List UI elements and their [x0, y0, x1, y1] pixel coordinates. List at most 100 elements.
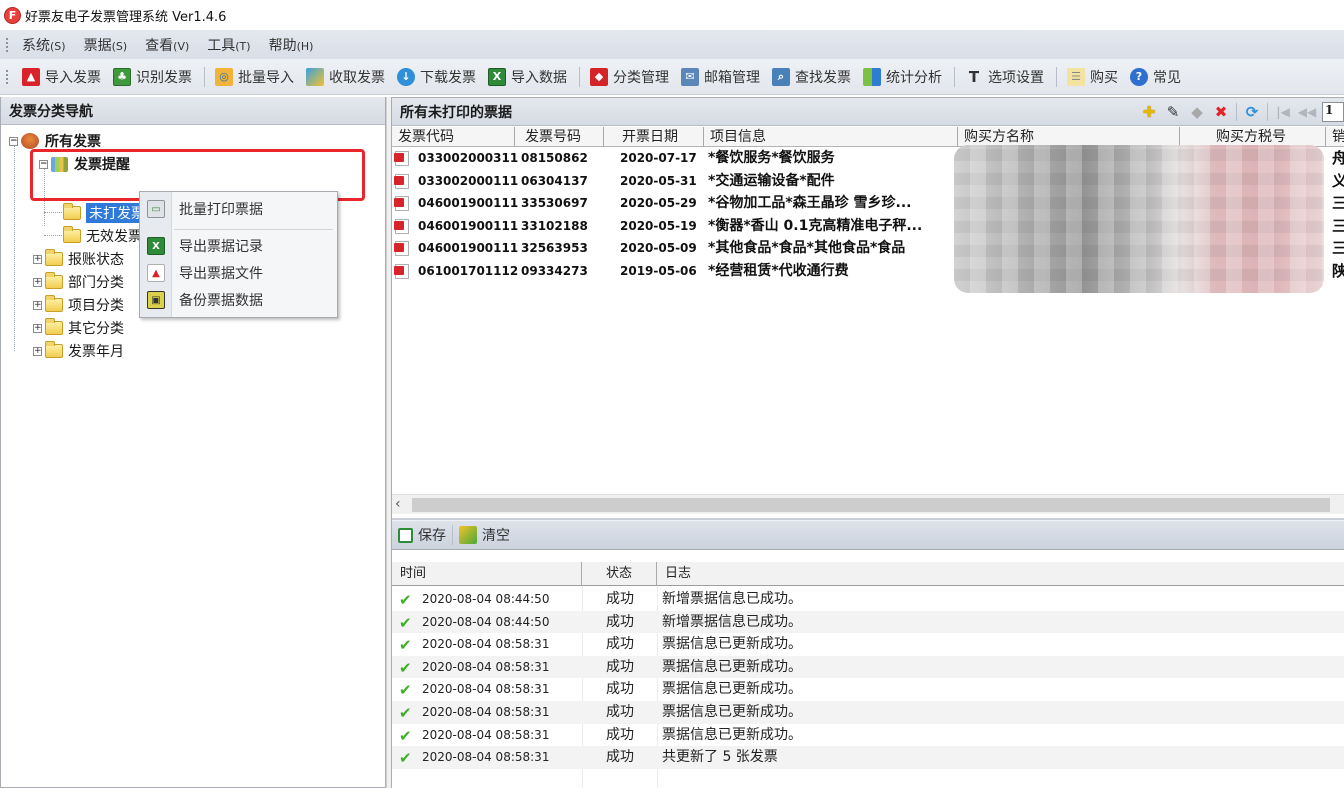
- cell-code: 046001900111: [418, 218, 518, 233]
- col-header-log[interactable]: 日志: [657, 562, 1344, 586]
- grid-toolbar: ✚ ✎ ◆ ✖ ⟳ |◀ ◀◀ 1: [1134, 98, 1344, 125]
- tree-line: [44, 212, 62, 213]
- category-manage-button[interactable]: ◆ 分类管理: [590, 67, 669, 87]
- expand-icon[interactable]: +: [33, 277, 42, 287]
- grid-horizontal-scrollbar[interactable]: ‹: [392, 494, 1344, 514]
- tag-icon[interactable]: ◆: [1188, 103, 1206, 121]
- broom-icon: [459, 526, 477, 544]
- edit-icon[interactable]: ✎: [1164, 103, 1182, 121]
- expand-icon[interactable]: +: [33, 323, 42, 333]
- col-header-status[interactable]: 状态: [582, 562, 657, 586]
- grid-panel-header: 所有未打印的票据 ✚ ✎ ◆ ✖ ⟳ |◀ ◀◀ 1: [392, 98, 1344, 126]
- mailbox-manage-button[interactable]: ✉ 邮箱管理: [681, 67, 760, 87]
- page-number-input[interactable]: 1: [1322, 101, 1344, 122]
- title-bar: F 好票友电子发票管理系统 Ver1.4.6: [0, 0, 1344, 30]
- success-check-icon: ✔: [399, 726, 412, 745]
- clear-log-button[interactable]: 清空: [459, 525, 510, 545]
- options-button[interactable]: T 选项设置: [965, 67, 1044, 87]
- delete-icon[interactable]: ✖: [1212, 103, 1230, 121]
- menu-help[interactable]: 帮助(H): [269, 35, 314, 55]
- col-header-time[interactable]: 时间: [392, 562, 582, 586]
- cell-seller: 陕: [1332, 262, 1344, 280]
- col-header-date[interactable]: 开票日期: [604, 127, 704, 147]
- log-row[interactable]: ✔ 2020-08-04 08:58:31 成功 票据信息已更新成功。: [392, 724, 1344, 747]
- scroll-left-icon[interactable]: ‹: [395, 496, 401, 512]
- col-header-seller[interactable]: 销: [1326, 127, 1344, 147]
- grid-header: 发票代码 发票号码 开票日期 项目信息 购买方名称 购买方税号 销: [392, 127, 1344, 147]
- col-header-buyer-name[interactable]: 购买方名称: [958, 127, 1180, 147]
- tree-node-project[interactable]: + 项目分类: [33, 294, 124, 316]
- menubar-grip[interactable]: [6, 37, 10, 52]
- download-invoice-button[interactable]: ↓ 下载发票: [397, 67, 476, 87]
- import-invoice-button[interactable]: ▲ 导入发票: [22, 67, 101, 87]
- toolbar-separator: [452, 525, 453, 545]
- menu-view[interactable]: 查看(V): [145, 35, 189, 55]
- faq-button[interactable]: ? 常见: [1130, 67, 1181, 87]
- log-header: 时间 状态 日志: [392, 562, 1344, 586]
- success-check-icon: ✔: [399, 658, 412, 677]
- log-row[interactable]: ✔ 2020-08-04 08:44:50 成功 新增票据信息已成功。: [392, 610, 1344, 634]
- tree-line: [44, 235, 62, 236]
- receive-invoice-button[interactable]: 收取发票: [306, 67, 385, 87]
- col-header-item[interactable]: 项目信息: [704, 127, 958, 147]
- log-row[interactable]: ✔ 2020-08-04 08:58:31 成功 票据信息已更新成功。: [392, 678, 1344, 701]
- buy-button[interactable]: ☰ 购买: [1067, 67, 1118, 87]
- find-invoice-button[interactable]: ⌕ 查找发票: [772, 67, 851, 87]
- tree-node-invalid[interactable]: 无效发票: [63, 225, 142, 247]
- import-data-button[interactable]: X 导入数据: [488, 67, 567, 87]
- folder-icon: [45, 272, 63, 289]
- save-log-button[interactable]: 保存: [398, 525, 446, 545]
- cell-date: 2020-05-29: [620, 196, 697, 211]
- log-row[interactable]: ✔ 2020-08-04 08:58:31 成功 票据信息已更新成功。: [392, 633, 1344, 656]
- scrollbar-thumb[interactable]: [412, 498, 1330, 512]
- menu-item-batch-print[interactable]: ▭ 批量打印票据: [140, 197, 337, 221]
- success-check-icon: ✔: [399, 636, 412, 655]
- pdf-file-icon: [394, 173, 409, 189]
- menu-item-export-files[interactable]: ▲ 导出票据文件: [140, 261, 337, 285]
- collapse-icon[interactable]: −: [39, 159, 48, 169]
- collapse-icon[interactable]: −: [9, 136, 18, 146]
- toolbar-separator: [1236, 102, 1237, 121]
- log-row[interactable]: ✔ 2020-08-04 08:44:50 成功 新增票据信息已成功。: [392, 588, 1344, 611]
- tree-line: [14, 145, 15, 351]
- toolbar-separator: [579, 66, 580, 87]
- cell-number: 33102188: [521, 218, 588, 233]
- statistics-button[interactable]: 统计分析: [863, 67, 942, 87]
- pdf-export-icon: ▲: [147, 264, 165, 282]
- toolbar-grip[interactable]: [6, 69, 10, 84]
- cell-time: 2020-08-04 08:58:31: [422, 682, 550, 697]
- tree-node-other[interactable]: + 其它分类: [33, 317, 124, 339]
- menu-item-backup[interactable]: ▣ 备份票据数据: [140, 288, 337, 312]
- menu-system[interactable]: 系统(S): [22, 35, 66, 55]
- expand-icon[interactable]: +: [33, 254, 42, 264]
- tree-node-reimburse-status[interactable]: + 报账状态: [33, 248, 124, 270]
- success-check-icon: ✔: [399, 591, 412, 609]
- tree-node-year-month[interactable]: + 发票年月: [33, 340, 124, 362]
- batch-import-button[interactable]: ◎ 批量导入: [215, 67, 294, 87]
- add-icon[interactable]: ✚: [1140, 103, 1158, 121]
- expand-icon[interactable]: +: [33, 300, 42, 310]
- tree-node-all-invoices[interactable]: − 所有发票: [9, 130, 101, 152]
- all-invoices-icon: [21, 133, 39, 149]
- log-row[interactable]: ✔ 2020-08-04 08:58:31 成功 票据信息已更新成功。: [392, 655, 1344, 679]
- prev-page-icon[interactable]: ◀◀: [1298, 103, 1316, 121]
- first-page-icon[interactable]: |◀: [1274, 103, 1292, 121]
- recognize-invoice-button[interactable]: ♣ 识别发票: [113, 67, 192, 87]
- menu-tools[interactable]: 工具(T): [207, 35, 250, 55]
- col-header-number[interactable]: 发票号码: [515, 127, 604, 147]
- menu-item-export-records[interactable]: X 导出票据记录: [140, 234, 337, 258]
- cell-time: 2020-08-04 08:58:31: [422, 659, 550, 674]
- col-header-buyer-tax[interactable]: 购买方税号: [1180, 127, 1326, 147]
- cell-status: 成功: [606, 704, 634, 720]
- tree-node-reminder[interactable]: − 发票提醒: [39, 153, 130, 175]
- expand-icon[interactable]: +: [33, 346, 42, 356]
- log-row[interactable]: ✔ 2020-08-04 08:58:31 成功 共更新了 5 张发票: [392, 746, 1344, 769]
- tree-node-department[interactable]: + 部门分类: [33, 271, 124, 293]
- menu-bills[interactable]: 票据(S): [84, 35, 128, 55]
- mailbox-icon: ✉: [681, 67, 699, 86]
- col-header-code[interactable]: 发票代码: [392, 127, 515, 147]
- refresh-icon[interactable]: ⟳: [1243, 103, 1261, 121]
- reminder-icon: [51, 156, 68, 172]
- log-row[interactable]: ✔ 2020-08-04 08:58:31 成功 票据信息已更新成功。: [392, 701, 1344, 724]
- help-icon: ?: [1130, 67, 1148, 86]
